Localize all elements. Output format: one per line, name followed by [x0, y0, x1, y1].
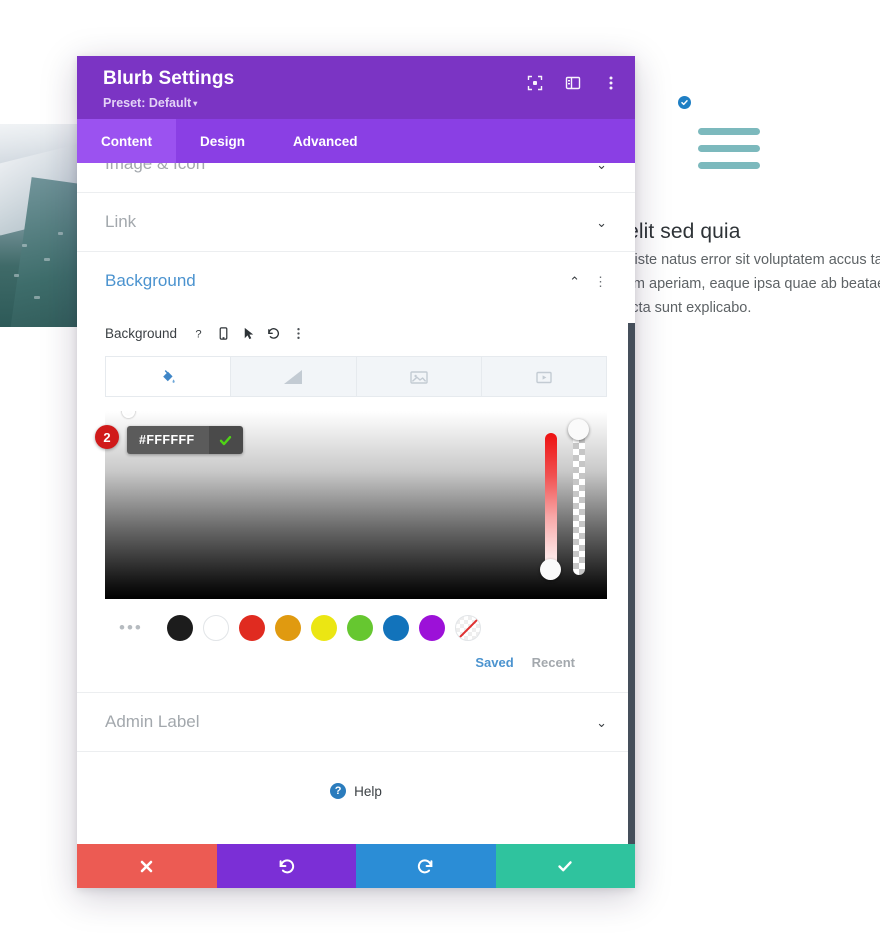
layout-icon[interactable] [565, 75, 581, 91]
settings-panel: Image & Icon ⌄ Link ⌄ Background ⌃ ⋮ Bac… [77, 163, 635, 844]
modal-header: Blurb Settings Preset: Default ▾ [77, 56, 635, 119]
palette-tabs: Saved Recent [105, 655, 607, 670]
background-field-label: Background [105, 325, 178, 341]
tab-advanced[interactable]: Advanced [269, 119, 382, 163]
blurb-title: relit sed quia [620, 220, 741, 243]
swatch-yellow[interactable] [310, 615, 337, 641]
reset-icon[interactable] [266, 326, 281, 341]
background-field-label-row: Background ? [105, 316, 607, 350]
modal-header-actions [527, 75, 619, 91]
background-image-tab[interactable] [356, 356, 482, 397]
background-gradient-tab[interactable] [231, 356, 357, 397]
cancel-button[interactable] [77, 844, 217, 888]
photo-speck [34, 296, 40, 299]
section-image-icon: Image & Icon ⌄ [77, 163, 635, 193]
swatch-transparent[interactable] [454, 615, 481, 641]
section-admin-label-header[interactable]: Admin Label ⌄ [77, 693, 635, 751]
chevron-down-icon: ⌄ [596, 214, 607, 230]
help-icon[interactable]: ? [191, 326, 206, 341]
more-vertical-icon[interactable] [603, 75, 619, 91]
svg-text:?: ? [195, 328, 201, 340]
step-badge-2: 2 [95, 425, 119, 449]
blurb-body: is iste natus error sit voluptatem accus… [620, 252, 880, 316]
preset-label: Preset: Default [103, 96, 192, 110]
hex-value: #FFFFFF [127, 426, 209, 454]
modal-footer [77, 844, 635, 888]
blurb-settings-modal: Blurb Settings Preset: Default ▾ Content… [77, 56, 635, 888]
help-link[interactable]: ? Help [77, 752, 635, 830]
picker-pointer[interactable] [122, 411, 135, 418]
swatch-orange[interactable] [274, 615, 301, 641]
section-image-icon-title: Image & Icon [105, 163, 206, 173]
mobile-icon[interactable] [216, 326, 231, 341]
hex-input[interactable]: #FFFFFF [127, 426, 243, 454]
hex-confirm-button[interactable] [208, 426, 243, 454]
check-circle-icon [678, 96, 691, 109]
undo-button[interactable] [216, 844, 356, 888]
hero-photo [0, 124, 80, 327]
help-icon: ? [330, 783, 347, 799]
color-swatches: ••• [105, 615, 607, 641]
swatch-black[interactable] [166, 615, 193, 641]
hamburger-icon [698, 128, 760, 179]
chevron-down-icon: ⌄ [596, 163, 607, 172]
hover-cursor-icon[interactable] [241, 326, 256, 341]
redo-button[interactable] [356, 844, 496, 888]
more-swatches-button[interactable]: ••• [119, 618, 143, 638]
save-button[interactable] [495, 844, 635, 888]
help-label: Help [354, 783, 382, 799]
panel-scrollbar[interactable] [628, 323, 635, 844]
swatch-red[interactable] [238, 615, 265, 641]
section-image-icon-header[interactable]: Image & Icon ⌄ [77, 163, 635, 192]
section-background-header[interactable]: Background ⌃ ⋮ [77, 252, 635, 310]
chevron-down-icon: ▾ [193, 99, 198, 108]
tab-content[interactable]: Content [77, 119, 176, 163]
photo-speck [14, 274, 19, 277]
photo-speck [22, 244, 27, 247]
section-background-body: Background ? #FFFFFF 2 ••• Saved Recent [77, 310, 635, 692]
section-link: Link ⌄ [77, 193, 635, 252]
swatch-purple[interactable] [418, 615, 445, 641]
section-admin-label: Admin Label ⌄ [77, 693, 635, 752]
chevron-up-icon: ⌃ [569, 273, 580, 289]
screen: relit sed quia is iste natus error sit v… [0, 0, 880, 945]
focus-icon[interactable] [527, 75, 543, 91]
photo-speck [58, 232, 63, 235]
section-link-header[interactable]: Link ⌄ [77, 193, 635, 251]
tab-design[interactable]: Design [176, 119, 269, 163]
hue-slider-handle[interactable] [540, 559, 561, 580]
background-video-tab[interactable] [481, 356, 607, 397]
swatch-green[interactable] [346, 615, 373, 641]
photo-speck [44, 258, 50, 261]
background-color-tab[interactable] [105, 356, 232, 397]
preset-selector[interactable]: Preset: Default ▾ [103, 96, 617, 110]
background-type-tabs [105, 356, 607, 397]
saved-colors-tab[interactable]: Saved [475, 655, 513, 670]
section-admin-label-title: Admin Label [105, 712, 200, 731]
modal-tabs: Content Design Advanced [77, 119, 635, 163]
section-link-title: Link [105, 212, 137, 231]
recent-colors-tab[interactable]: Recent [532, 655, 575, 670]
swatch-white[interactable] [202, 615, 229, 641]
hue-slider[interactable] [540, 433, 561, 580]
swatch-blue[interactable] [382, 615, 409, 641]
section-background: Background ⌃ ⋮ Background ? #FFFFFF 2 ••… [77, 252, 635, 693]
color-picker: #FFFFFF 2 [95, 411, 607, 599]
chevron-down-icon: ⌄ [596, 714, 607, 730]
more-vertical-icon[interactable] [291, 326, 306, 341]
alpha-slider-handle[interactable] [568, 419, 589, 440]
more-vertical-icon[interactable]: ⋮ [594, 275, 607, 288]
alpha-slider[interactable] [568, 419, 589, 575]
section-background-title: Background [105, 271, 196, 290]
